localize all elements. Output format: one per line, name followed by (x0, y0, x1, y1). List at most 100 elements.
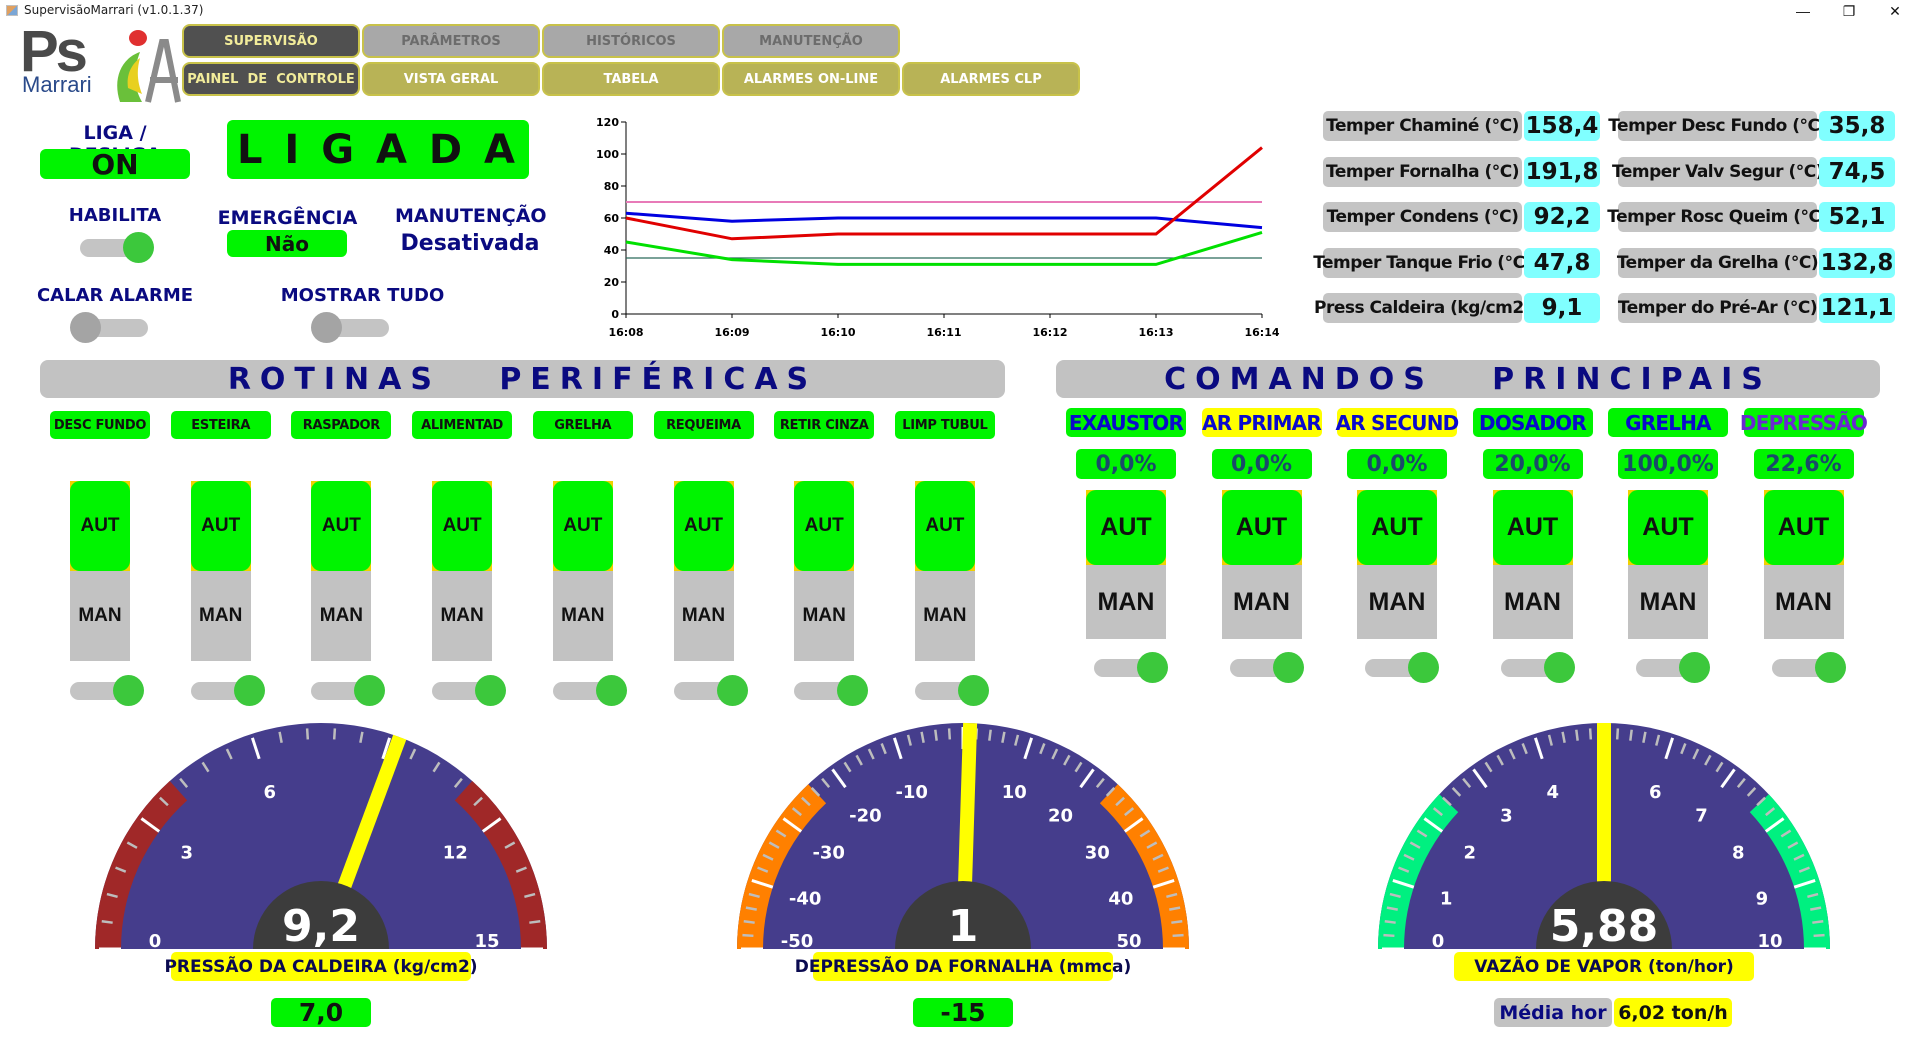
emergencia-status: Não (227, 230, 347, 257)
nav-tabela[interactable]: TABELA (542, 62, 720, 96)
calar-alarme-toggle[interactable] (70, 310, 150, 344)
periferica-toggle[interactable] (64, 673, 144, 707)
gauge-minor-tick (1615, 728, 1620, 740)
gauge-tick-label: -50 (781, 931, 814, 952)
periferica-toggle[interactable] (788, 673, 869, 707)
gauge: -50 -40 -30-20 -10 10 20 30 40 50 1 (737, 722, 1189, 952)
nav-vista-geral[interactable]: VISTA GERAL (362, 62, 540, 96)
gauge-tick-label: -10 (895, 782, 928, 803)
toggle-knob (70, 312, 101, 343)
comando-toggle[interactable] (1766, 650, 1846, 684)
reading-label: Temper Condens (°C) (1323, 202, 1522, 232)
comando-toggle[interactable] (1088, 650, 1168, 684)
reading-value: 158,4 (1524, 111, 1600, 141)
comando-aut-button[interactable]: AUT (1221, 490, 1302, 565)
gauge-tick-label: 6 (1649, 782, 1662, 803)
aut-label: AUT (432, 481, 493, 571)
comando-man-button[interactable]: MAN (1492, 565, 1573, 639)
periferica-man-button[interactable]: MAN (552, 571, 613, 661)
trend-chart: 0 20 40 60 80 100 120 16:08 16:09 16:10 16:11 16:12… (596, 116, 1280, 339)
comando-man-button[interactable]: MAN (1628, 565, 1708, 639)
restore-icon: ❐ (1842, 2, 1856, 19)
nav-manutencao[interactable]: MANUTENÇÃO (722, 24, 900, 58)
comando-aut-button[interactable]: AUT (1628, 490, 1708, 565)
comando-man-button[interactable]: MAN (1221, 565, 1302, 639)
comando-aut-button[interactable]: AUT (1357, 490, 1437, 565)
comando-toggle[interactable] (1630, 650, 1710, 684)
gauge-minor-tick (1629, 729, 1633, 741)
periferica-man-button[interactable]: MAN (190, 571, 251, 661)
reading-value: 52,1 (1819, 202, 1895, 232)
periferica-toggle[interactable] (426, 673, 507, 707)
toggle-knob (311, 312, 342, 343)
periferica-aut-button[interactable]: AUT (673, 481, 734, 571)
comando-aut-button[interactable]: AUT (1763, 490, 1844, 565)
periferica-aut-button[interactable]: AUT (914, 481, 975, 571)
restore-button[interactable]: ❐ (1826, 0, 1872, 22)
periferica-man-button[interactable]: MAN (794, 571, 855, 661)
nav-painel-de-controle[interactable]: PAINEL DE CONTROLE (182, 62, 360, 96)
periferica-man-button[interactable]: MAN (673, 571, 734, 661)
gauge-tick-label: 15 (474, 931, 499, 952)
nav-supervisao[interactable]: SUPERVISÃO (182, 24, 360, 58)
gauge-tick-label: 3 (1500, 806, 1513, 827)
periferica-toggle[interactable] (668, 673, 748, 707)
periferica-aut-button[interactable]: AUT (190, 481, 251, 571)
periferica-man-button[interactable]: MAN (432, 571, 493, 661)
toggle-knob (123, 232, 154, 263)
periferica-man-button[interactable]: MAN (70, 571, 130, 661)
nav-alarmes-clp[interactable]: ALARMES CLP (902, 62, 1080, 96)
periferica-toggle[interactable] (909, 673, 989, 707)
liga-desliga-button[interactable]: ON (40, 148, 190, 181)
gauge-setpoint: 7,0 (271, 998, 371, 1027)
periferica-toggle[interactable] (305, 673, 386, 707)
periferica-aut-button[interactable]: AUT (552, 481, 613, 571)
comando-label: DEPRESSÃO (1740, 408, 1868, 437)
comando-aut-button[interactable]: AUT (1086, 490, 1166, 565)
app-icon (6, 5, 18, 16)
gauge-minor-tick (1383, 933, 1395, 938)
comando-aut-button[interactable]: AUT (1492, 490, 1573, 565)
comando-percent: 22,6% (1753, 449, 1854, 479)
y-tick-label: 100 (596, 148, 619, 161)
periferica-aut-button[interactable]: AUT (432, 481, 493, 571)
y-tick-label: 60 (604, 212, 620, 225)
periferica-toggle[interactable] (547, 673, 627, 707)
habilita-toggle[interactable] (74, 230, 154, 264)
series-line-red (625, 146, 1263, 241)
comando-toggle[interactable] (1224, 650, 1304, 684)
comando-toggle[interactable] (1495, 650, 1575, 684)
comando-label: DOSADOR (1472, 408, 1593, 437)
status-display: L I G A D A (227, 120, 529, 179)
reading-value: 74,5 (1819, 157, 1895, 187)
reading-label: Temper Tanque Frio (°C) (1313, 248, 1532, 278)
toggle-knob (1679, 652, 1710, 683)
x-tick-label: 16:11 (926, 326, 961, 339)
gauge-minor-tick (332, 728, 337, 740)
comando-man-button[interactable]: MAN (1086, 565, 1166, 639)
reading-label: Temper Valv Segur (°C) (1612, 157, 1824, 187)
close-button[interactable]: ✕ (1872, 0, 1918, 22)
comando-toggle[interactable] (1359, 650, 1439, 684)
nav-parametros[interactable]: PARÂMETROS (362, 24, 540, 58)
gauge-minor-tick (1588, 728, 1593, 740)
nav-alarmes-online[interactable]: ALARMES ON-LINE (722, 62, 900, 96)
comando-man-button[interactable]: MAN (1763, 565, 1844, 639)
minimize-button[interactable]: — (1780, 0, 1826, 22)
toggle-knob (595, 675, 627, 706)
gauge-tick-label: 50 (1116, 931, 1141, 952)
periferica-aut-button[interactable]: AUT (70, 481, 130, 571)
nav-historicos[interactable]: HISTÓRICOS (542, 24, 720, 58)
emergencia-label: EMERGÊNCIA (217, 207, 358, 229)
gauge-tick-label: 30 (1085, 842, 1110, 863)
gauge-tick-label: 3 (180, 842, 193, 863)
mostrar-tudo-toggle[interactable] (311, 310, 391, 344)
periferica-man-button[interactable]: MAN (311, 571, 372, 661)
periferica-man-button[interactable]: MAN (914, 571, 975, 661)
periferica-label: DESC FUNDO (50, 411, 150, 439)
periferica-aut-button[interactable]: AUT (794, 481, 855, 571)
periferica-toggle[interactable] (185, 673, 265, 707)
gauge-value: 9,2 (282, 901, 360, 952)
comando-man-button[interactable]: MAN (1357, 565, 1437, 639)
periferica-aut-button[interactable]: AUT (311, 481, 372, 571)
